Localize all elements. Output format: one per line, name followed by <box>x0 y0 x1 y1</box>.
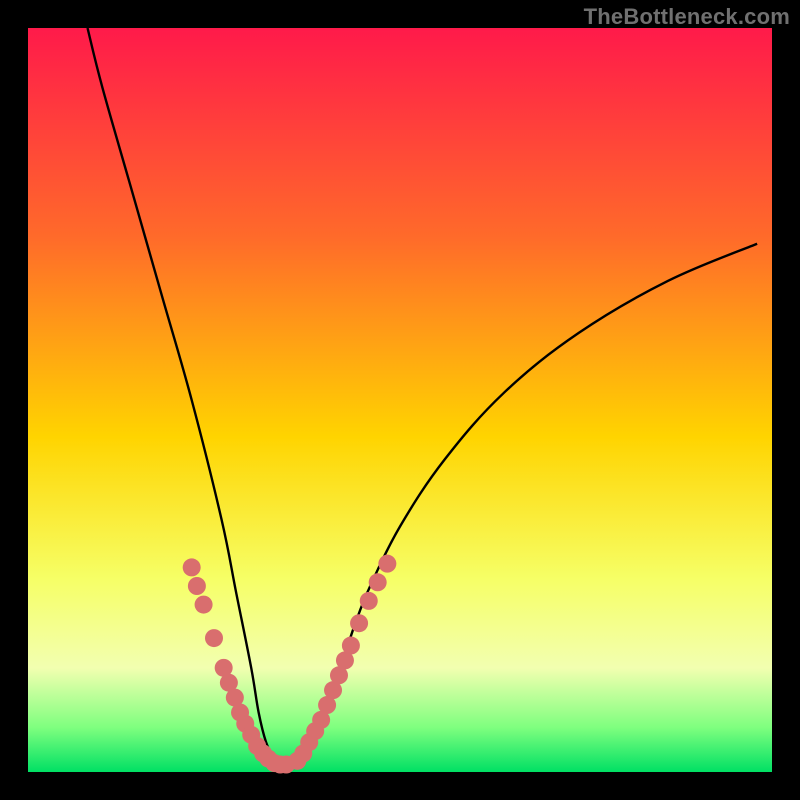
chart-frame: TheBottleneck.com <box>0 0 800 800</box>
watermark-text: TheBottleneck.com <box>584 4 790 30</box>
curve-dot <box>360 592 378 610</box>
curve-dot <box>195 596 213 614</box>
curve-dot <box>205 629 223 647</box>
curve-dot <box>369 573 387 591</box>
curve-dot <box>188 577 206 595</box>
plot-background <box>28 28 772 772</box>
bottleneck-chart <box>0 0 800 800</box>
curve-dot <box>183 558 201 576</box>
curve-dot <box>342 637 360 655</box>
curve-dot <box>378 555 396 573</box>
curve-dot <box>350 614 368 632</box>
